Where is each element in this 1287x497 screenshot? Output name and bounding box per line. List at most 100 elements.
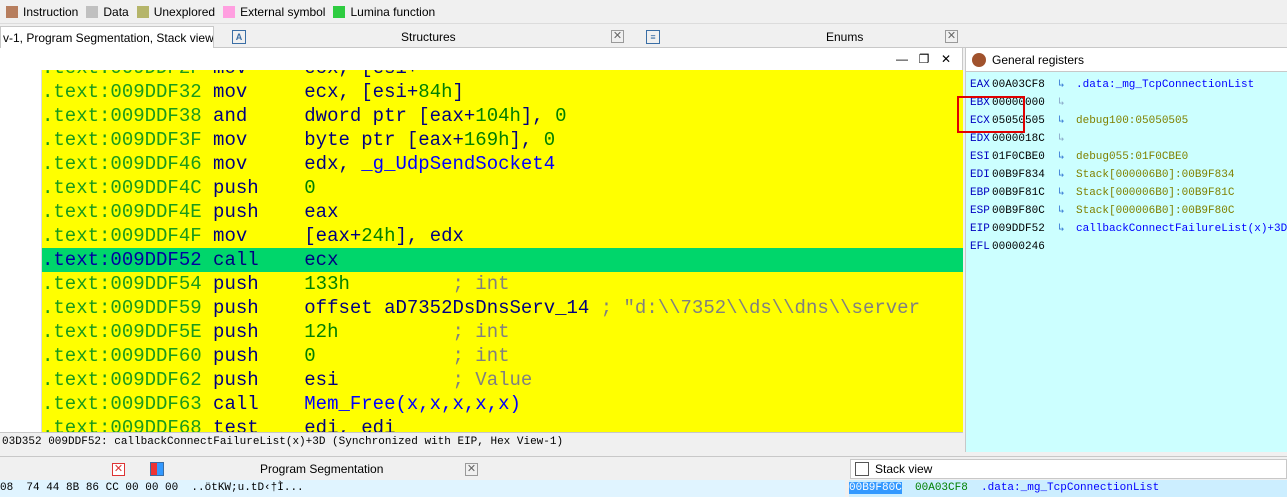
tab-hex-view[interactable]: ✕ [112, 459, 125, 479]
close-icon[interactable]: ✕ [112, 462, 125, 476]
code-address: .text:009DDF32 [42, 81, 202, 103]
register-target: debug100:05050505 [1076, 115, 1189, 127]
code-operands: byte ptr [eax+ [304, 129, 464, 151]
code-mnemonic: mov [213, 153, 305, 175]
code-line[interactable]: .text:009DDF4E push eax [42, 200, 963, 224]
hex-view-line[interactable]: 08 74 44 8B 86 CC 00 00 00 ..ötKW;u.tD‹†… [0, 480, 845, 497]
code-line[interactable]: .text:009DDF32 mov ecx, [esi+84h] [42, 80, 963, 104]
code-line[interactable]: .text:009DDF68 test edi, edi [42, 416, 963, 432]
register-target: Stack[000006B0]:00B9F834 [1076, 169, 1235, 181]
register-value: 00A03CF8 [992, 79, 1045, 91]
structures-icon: A [232, 30, 246, 44]
legend-lumina-function: Lumina function [333, 5, 435, 19]
code-mnemonic: test [213, 417, 305, 432]
pointer-arrow-icon: ↳ [1058, 115, 1065, 127]
code-address: .text:009DDF4F [42, 225, 202, 247]
legend-external-symbol: External symbol [223, 5, 325, 19]
register-target: Stack[000006B0]:00B9F81C [1076, 187, 1235, 199]
code-line[interactable]: .text:009DDF38 and dword ptr [eax+104h],… [42, 104, 963, 128]
disasm-status-bar: 03D352 009DDF52: callbackConnectFailureL… [0, 432, 963, 452]
code-line[interactable]: .text:009DDF3F mov byte ptr [eax+169h], … [42, 128, 963, 152]
code-line[interactable]: .text:009DDF54 push 133h ; int [42, 272, 963, 296]
legend-swatch [86, 5, 99, 18]
register-row-efl[interactable]: EFL 00000246 [966, 238, 1287, 256]
close-icon[interactable]: ✕ [938, 51, 954, 67]
code-line[interactable]: .text:009DDF52 call ecx [42, 248, 963, 272]
tab-label: Enums [826, 30, 864, 44]
segmentation-icon [150, 462, 164, 476]
tab-structures[interactable]: A Structures ✕ [228, 26, 628, 48]
panel-controls: — ❐ ✕ [0, 48, 962, 70]
code-operands: dword ptr [eax+ [304, 105, 476, 127]
close-icon[interactable]: ✕ [611, 30, 624, 43]
close-icon[interactable]: ✕ [465, 462, 478, 476]
tab-ida-view[interactable]: v-1, Program Segmentation, Stack view ✕ [0, 26, 214, 48]
code-operands: ], [520, 105, 556, 127]
code-mnemonic: mov [213, 129, 305, 151]
register-target: .data:_mg_TcpConnectionList [1076, 79, 1255, 91]
bottom-tab-row: ✕ Program Segmentation ✕ Stack view [0, 456, 1287, 480]
code-symbol: _g_UdpSendSocket4 [361, 153, 556, 175]
register-value: 00B9F80C [992, 205, 1045, 217]
tab-stack-view[interactable]: Stack view [850, 459, 1287, 479]
register-name: EBP [970, 187, 990, 199]
close-icon[interactable]: ✕ [945, 30, 958, 43]
code-operands: esi [304, 369, 339, 391]
legend-swatch [136, 5, 149, 18]
code-address: .text:009DDF4E [42, 201, 202, 223]
restore-icon[interactable]: ❐ [916, 51, 932, 67]
code-number: 84h [418, 81, 453, 103]
code-address: .text:009DDF52 [42, 249, 202, 271]
pointer-arrow-icon: ↳ [1058, 97, 1065, 109]
legend-bar: Instruction Data Unexplored External sym… [0, 0, 1287, 24]
register-row-esi[interactable]: ESI 01F0CBE0 ↳ debug055:01F0CBE0 [966, 148, 1287, 166]
code-line[interactable]: .text:009DDF60 push 0 ; int [42, 344, 963, 368]
code-comment: ; "d:\\7352\\ds\\dns\\server [589, 297, 920, 319]
code-comment: ; int [349, 273, 510, 295]
register-row-esp[interactable]: ESP 00B9F80C ↳ Stack[000006B0]:00B9F80C [966, 202, 1287, 220]
registers-title: General registers [992, 52, 1085, 67]
code-address: .text:009DDF5E [42, 321, 202, 343]
code-line[interactable]: .text:009DDF4C push 0 [42, 176, 963, 200]
legend-label: Data [103, 4, 129, 19]
legend-label: Instruction [23, 4, 79, 19]
code-line[interactable]: .text:009DDF4F mov [eax+24h], edx [42, 224, 963, 248]
registers-header: General registers [966, 48, 1287, 72]
stack-view-row[interactable]: 00B9F80C 00A03CF8 .data:_mg_TcpConnectio… [849, 480, 1287, 497]
code-line[interactable]: .text:009DDF59 push offset aD7352DsDnsSe… [42, 296, 963, 320]
code-number: 104h [475, 105, 521, 127]
register-name: EIP [970, 223, 990, 235]
pointer-arrow-icon: ↳ [1058, 223, 1065, 235]
code-line-partial: .text:009DDF2F mov ecx, [esi+ [42, 70, 963, 80]
code-line[interactable]: .text:009DDF62 push esi ; Value [42, 368, 963, 392]
code-address: .text:009DDF3F [42, 129, 202, 151]
stack-value: 00A03CF8 [915, 482, 968, 494]
legend-swatch [6, 5, 18, 18]
code-line[interactable]: .text:009DDF5E push 12h ; int [42, 320, 963, 344]
code-comment: ; int [338, 321, 510, 343]
register-target: debug055:01F0CBE0 [1076, 151, 1189, 163]
code-listing[interactable]: .text:009DDF2F mov ecx, [esi+ .text:009D… [42, 70, 963, 432]
register-row-ebp[interactable]: EBP 00B9F81C ↳ Stack[000006B0]:00B9F81C [966, 184, 1287, 202]
register-row-eax[interactable]: EAX 00A03CF8 ↳ .data:_mg_TcpConnectionList [966, 76, 1287, 94]
code-operands: [eax+ [304, 225, 362, 247]
legend-label: Lumina function [350, 4, 436, 19]
disassembly-panel: — ❐ ✕ .text:009DDF2F mov ecx, [esi+ .tex… [0, 48, 963, 452]
tab-enums[interactable]: ≡ Enums ✕ [642, 26, 962, 48]
minimize-icon[interactable]: — [894, 51, 910, 67]
code-number: 0 [304, 345, 316, 367]
enums-icon: ≡ [646, 30, 660, 44]
register-row-eip[interactable]: EIP 009DDF52 ↳ callbackConnectFailureList(x… [966, 220, 1287, 238]
code-address: .text:009DDF54 [42, 273, 202, 295]
tab-program-segmentation[interactable]: Program Segmentation ✕ [150, 459, 480, 479]
code-operands: edi, edi [304, 417, 396, 432]
stack-address: 00B9F80C [849, 482, 902, 494]
tab-label: Structures [401, 30, 456, 44]
register-row-edi[interactable]: EDI 00B9F834 ↳ Stack[000006B0]:00B9F834 [966, 166, 1287, 184]
top-tab-row: v-1, Program Segmentation, Stack view ✕ … [0, 24, 1287, 48]
code-address: .text:009DDF59 [42, 297, 202, 319]
code-operands: offset aD7352DsDnsServ_14 [304, 297, 590, 319]
code-line[interactable]: .text:009DDF46 mov edx, _g_UdpSendSocket… [42, 152, 963, 176]
code-mnemonic: push [213, 273, 305, 295]
code-line[interactable]: .text:009DDF63 call Mem_Free(x,x,x,x,x) [42, 392, 963, 416]
